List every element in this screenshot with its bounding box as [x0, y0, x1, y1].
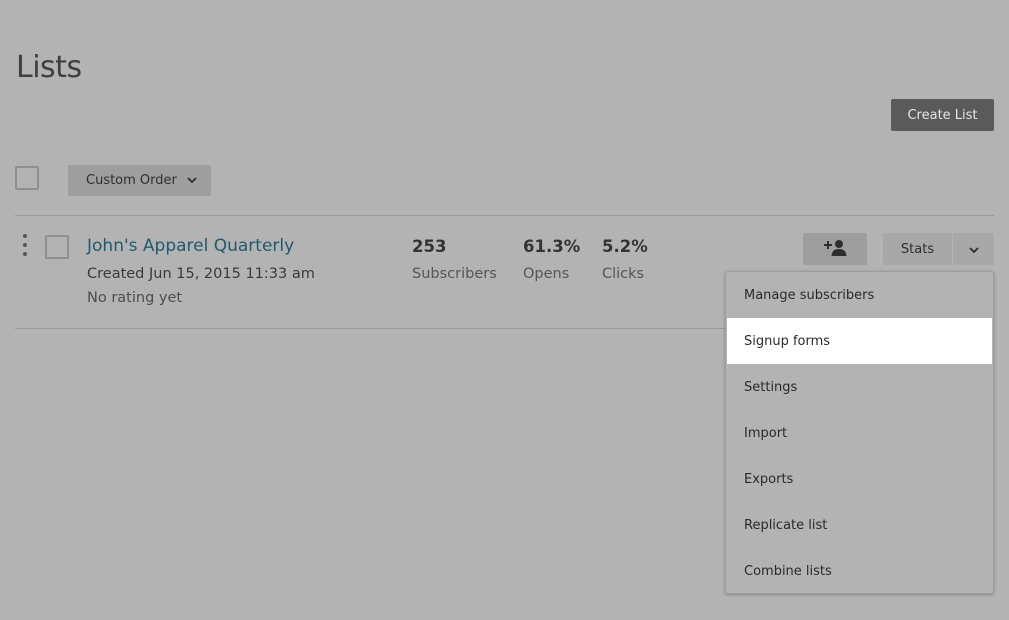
menu-item-combine-lists[interactable]: Combine lists	[727, 548, 992, 594]
opens-rate: 61.3%	[523, 237, 581, 256]
menu-item-exports[interactable]: Exports	[727, 456, 992, 502]
add-subscriber-button[interactable]	[803, 233, 867, 265]
menu-item-replicate-list[interactable]: Replicate list	[727, 502, 992, 548]
menu-item-label: Manage subscribers	[744, 287, 875, 303]
menu-item-label: Exports	[744, 471, 794, 487]
list-actions-menu: Manage subscribers Signup forms Settings…	[725, 271, 994, 594]
clicks-label: Clicks	[602, 266, 645, 282]
list-row-checkbox[interactable]	[45, 235, 69, 259]
create-list-button[interactable]: Create List	[891, 99, 994, 131]
list-name-link[interactable]: John's Apparel Quarterly	[87, 236, 294, 256]
menu-item-label: Settings	[744, 379, 798, 395]
menu-item-import[interactable]: Import	[727, 410, 992, 456]
menu-item-label: Combine lists	[744, 563, 832, 579]
page-title: Lists	[16, 50, 82, 85]
clicks-rate: 5.2%	[602, 237, 648, 256]
menu-item-label: Replicate list	[744, 517, 828, 533]
menu-item-label: Signup forms	[744, 333, 831, 349]
subscribers-count: 253	[412, 237, 447, 256]
stats-dropdown-toggle[interactable]	[953, 233, 994, 265]
add-subscriber-icon	[822, 239, 848, 260]
subscribers-label: Subscribers	[412, 266, 497, 282]
divider	[15, 215, 994, 216]
menu-item-label: Import	[744, 425, 788, 441]
menu-item-manage-subscribers[interactable]: Manage subscribers	[727, 272, 992, 318]
menu-item-settings[interactable]: Settings	[727, 364, 992, 410]
list-rating: No rating yet	[87, 290, 183, 306]
chevron-down-icon	[187, 177, 197, 184]
menu-item-signup-forms[interactable]: Signup forms	[727, 318, 992, 364]
select-all-checkbox[interactable]	[15, 166, 39, 190]
list-created-date: Created Jun 15, 2015 11:33 am	[87, 266, 315, 282]
stats-button[interactable]: Stats	[883, 233, 952, 265]
drag-handle-icon[interactable]	[22, 234, 28, 256]
chevron-down-icon	[968, 242, 979, 257]
opens-label: Opens	[523, 266, 570, 282]
sort-order-dropdown[interactable]: Custom Order	[68, 165, 211, 196]
sort-order-label: Custom Order	[86, 173, 177, 188]
